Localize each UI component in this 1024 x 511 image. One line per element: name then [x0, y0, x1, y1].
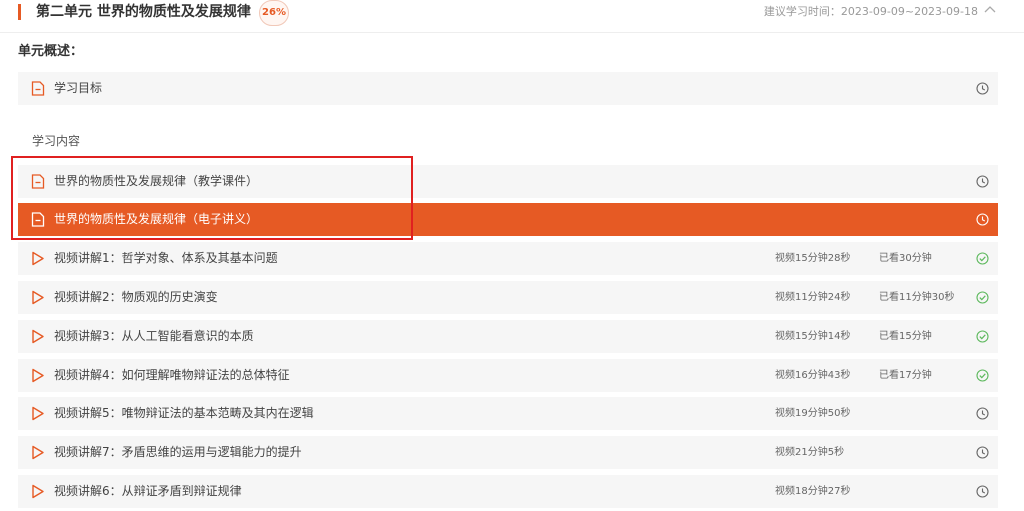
video-duration: 视频19分钟50秒	[775, 408, 851, 419]
row-label: 世界的物质性及发展规律（教学课件）	[54, 174, 259, 188]
unit-title: 第二单元 世界的物质性及发展规律	[36, 4, 251, 20]
watched-time: 已看15分钟	[879, 331, 932, 342]
video-row[interactable]: 视频讲解1：哲学对象、体系及其基本问题 视频15分钟28秒 已看30分钟	[18, 242, 998, 275]
content-label: 学习内容	[32, 134, 81, 148]
video-row[interactable]: 视频讲解3：从人工智能看意识的本质 视频15分钟14秒 已看15分钟	[18, 320, 998, 353]
video-row[interactable]: 视频讲解4：如何理解唯物辩证法的总体特征 视频16分钟43秒 已看17分钟	[18, 359, 998, 392]
document-icon	[31, 212, 45, 227]
video-duration: 视频21分钟5秒	[775, 447, 845, 458]
document-icon	[31, 174, 45, 189]
video-duration: 视频15分钟28秒	[775, 253, 851, 264]
clock-icon	[976, 82, 989, 95]
row-label: 视频讲解7：矛盾思维的运用与逻辑能力的提升	[54, 445, 302, 459]
video-row[interactable]: 视频讲解7：矛盾思维的运用与逻辑能力的提升 视频21分钟5秒	[18, 436, 998, 469]
study-time: 建议学习时间：2023-09-09~2023-09-18	[763, 5, 978, 18]
row-label: 视频讲解5：唯物辩证法的基本范畴及其内在逻辑	[54, 406, 314, 420]
row-label: 视频讲解6：从辩证矛盾到辩证规律	[54, 484, 242, 498]
video-duration: 视频11分钟24秒	[775, 292, 851, 303]
row-label: 视频讲解1：哲学对象、体系及其基本问题	[54, 251, 278, 265]
row-label: 视频讲解4：如何理解唯物辩证法的总体特征	[54, 368, 290, 382]
overview-label: 单元概述：	[18, 44, 84, 59]
doc-row-courseware[interactable]: 世界的物质性及发展规律（教学课件）	[18, 165, 998, 198]
row-label: 世界的物质性及发展规律（电子讲义）	[54, 212, 259, 226]
clock-icon	[976, 175, 989, 188]
progress-badge: 26%	[259, 0, 289, 26]
clock-icon	[976, 213, 989, 226]
play-icon	[31, 445, 45, 460]
accent-bar	[18, 4, 21, 20]
row-label: 学习目标	[54, 81, 103, 95]
play-icon	[31, 290, 45, 305]
play-icon	[31, 329, 45, 344]
clock-icon	[976, 485, 989, 498]
check-circle-icon	[976, 252, 989, 265]
play-icon	[31, 484, 45, 499]
row-label: 视频讲解3：从人工智能看意识的本质	[54, 329, 254, 343]
learning-goal-row[interactable]: 学习目标	[18, 72, 998, 105]
clock-icon	[976, 407, 989, 420]
play-icon	[31, 368, 45, 383]
play-icon	[31, 251, 45, 266]
check-circle-icon	[976, 330, 989, 343]
video-row[interactable]: 视频讲解2：物质观的历史演变 视频11分钟24秒 已看11分钟30秒	[18, 281, 998, 314]
video-row[interactable]: 视频讲解6：从辩证矛盾到辩证规律 视频18分钟27秒	[18, 475, 998, 508]
doc-row-lecture-notes[interactable]: 世界的物质性及发展规律（电子讲义）	[18, 203, 998, 236]
watched-time: 已看17分钟	[879, 370, 932, 381]
video-duration: 视频18分钟27秒	[775, 486, 851, 497]
chevron-up-icon[interactable]	[984, 4, 996, 16]
row-label: 视频讲解2：物质观的历史演变	[54, 290, 218, 304]
unit-header: 第二单元 世界的物质性及发展规律 26% 建议学习时间：2023-09-09~2…	[0, 0, 1024, 33]
watched-time: 已看30分钟	[879, 253, 932, 264]
play-icon	[31, 406, 45, 421]
video-duration: 视频16分钟43秒	[775, 370, 851, 381]
watched-time: 已看11分钟30秒	[879, 292, 955, 303]
check-circle-icon	[976, 291, 989, 304]
video-row[interactable]: 视频讲解5：唯物辩证法的基本范畴及其内在逻辑 视频19分钟50秒	[18, 397, 998, 430]
video-duration: 视频15分钟14秒	[775, 331, 851, 342]
document-icon	[31, 81, 45, 96]
clock-icon	[976, 446, 989, 459]
check-circle-icon	[976, 369, 989, 382]
